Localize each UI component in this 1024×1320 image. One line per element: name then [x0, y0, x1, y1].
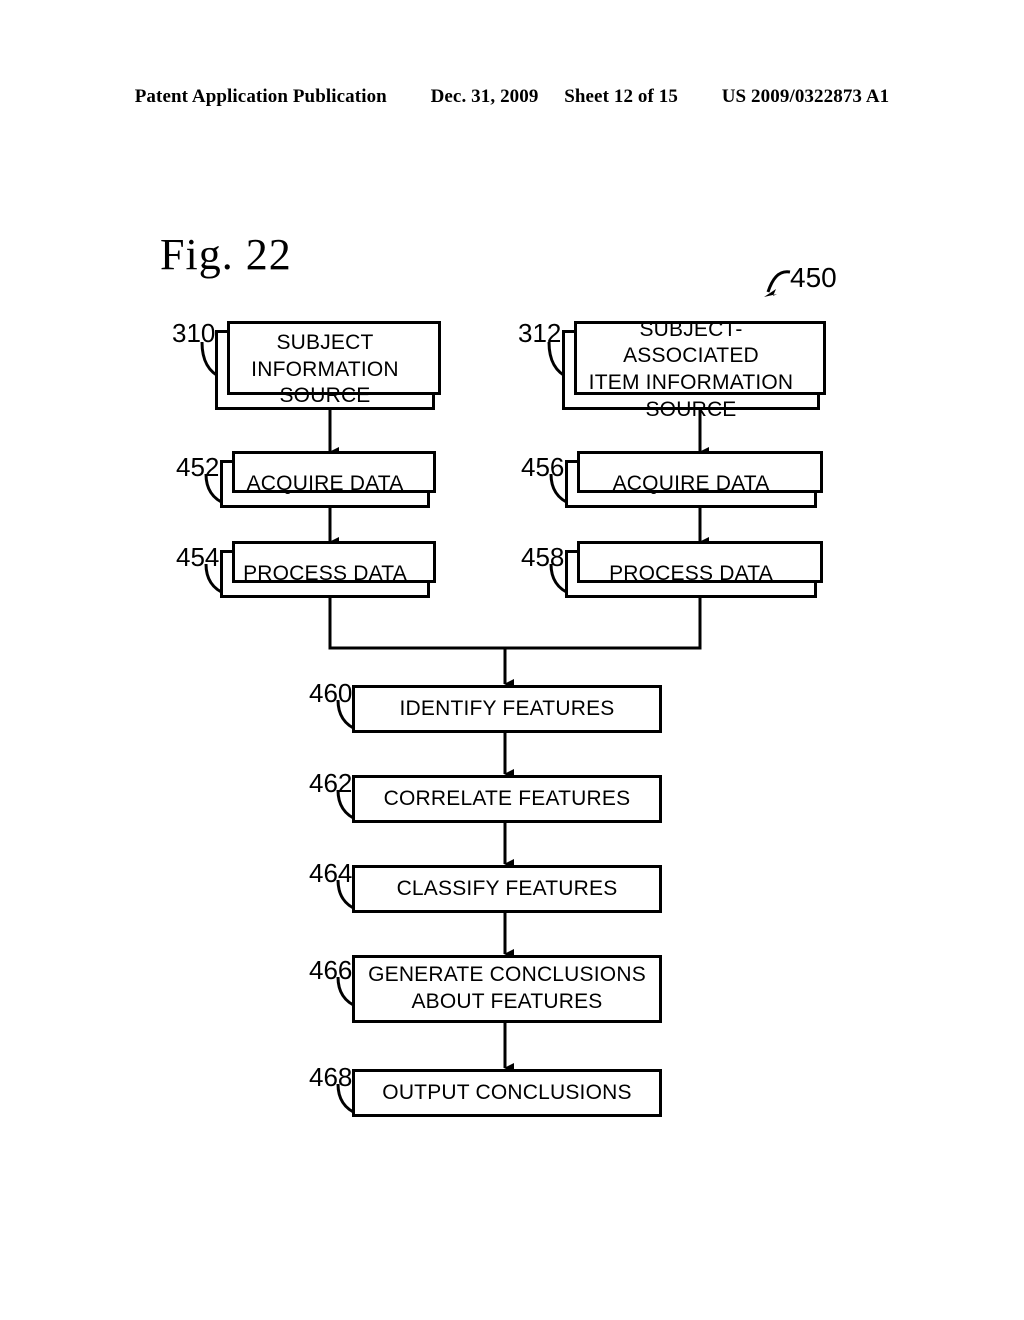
reference-number-454: 454	[176, 542, 220, 572]
node-subject-information-source[interactable]: SUBJECT INFORMATION SOURCE	[215, 321, 441, 410]
reference-number-310: 310	[172, 318, 216, 348]
reference-number-466: 466	[309, 955, 353, 985]
node-acquire-data-right[interactable]: ACQUIRE DATA	[565, 451, 823, 508]
node-output-conclusions[interactable]: OUTPUT CONCLUSIONS	[352, 1069, 662, 1117]
node-label: SUBJECT-ASSOCIATED ITEM INFORMATION SOURCE	[588, 317, 794, 421]
reference-number-458: 458	[521, 542, 565, 572]
node-label: ACQUIRE DATA	[246, 471, 404, 495]
reference-number-452: 452	[176, 452, 220, 482]
reference-number-460: 460	[309, 678, 353, 708]
node-label: SUBJECT INFORMATION SOURCE	[251, 331, 399, 408]
node-label: GENERATE CONCLUSIONS ABOUT FEATURES	[368, 963, 646, 1013]
reference-number-468: 468	[309, 1062, 353, 1092]
node-label: PROCESS DATA	[609, 561, 773, 585]
reference-number-462: 462	[309, 768, 353, 798]
node-label: IDENTIFY FEATURES	[399, 696, 615, 720]
node-correlate-features[interactable]: CORRELATE FEATURES	[352, 775, 662, 823]
node-label: PROCESS DATA	[243, 561, 407, 585]
reference-number-456: 456	[521, 452, 565, 482]
node-identify-features[interactable]: IDENTIFY FEATURES	[352, 685, 662, 733]
node-label: CLASSIFY FEATURES	[396, 876, 618, 900]
node-label: CORRELATE FEATURES	[383, 786, 631, 810]
node-process-data-left[interactable]: PROCESS DATA	[220, 541, 436, 598]
node-process-data-right[interactable]: PROCESS DATA	[565, 541, 823, 598]
flow-connectors	[328, 409, 709, 1073]
node-label: OUTPUT CONCLUSIONS	[382, 1080, 632, 1104]
reference-number-312: 312	[518, 318, 562, 348]
reference-number-464: 464	[309, 858, 353, 888]
node-label: ACQUIRE DATA	[612, 471, 770, 495]
node-subject-associated-item-information-source[interactable]: SUBJECT-ASSOCIATED ITEM INFORMATION SOURCE	[562, 318, 826, 421]
node-classify-features[interactable]: CLASSIFY FEATURES	[352, 865, 662, 913]
node-acquire-data-left[interactable]: ACQUIRE DATA	[220, 451, 436, 508]
node-generate-conclusions-about-features[interactable]: GENERATE CONCLUSIONS ABOUT FEATURES	[352, 955, 662, 1023]
